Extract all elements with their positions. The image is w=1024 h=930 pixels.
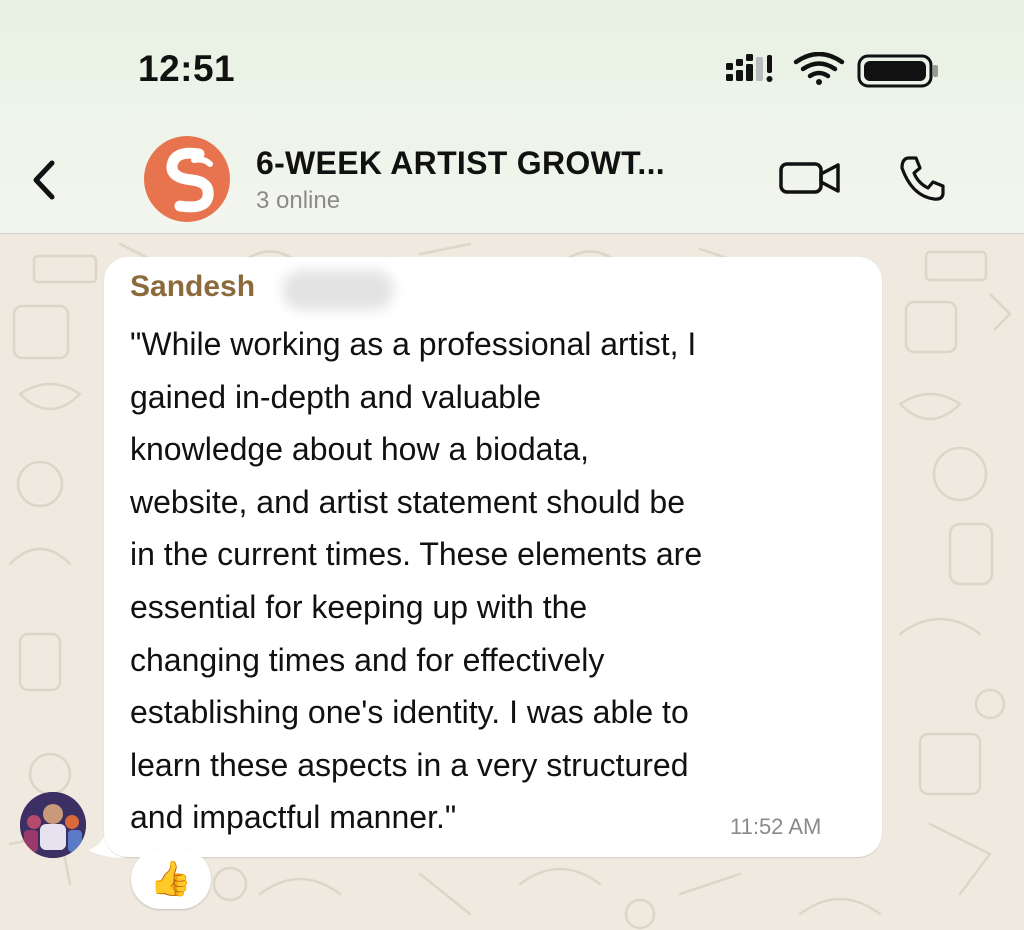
message-line: in the current times. These elements are (130, 536, 703, 573)
video-camera-icon[interactable] (778, 158, 842, 198)
message-line: "While working as a professional artist,… (130, 326, 697, 362)
message-line: establishing one's identity. I was able … (130, 694, 689, 731)
redacted-surname (282, 270, 394, 310)
avatar-photo-icon (20, 792, 86, 858)
group-logo-icon (166, 147, 214, 213)
message-text: "While working as a professional artist,… (130, 318, 870, 844)
message-line: learn these aspects in a very structured (130, 746, 689, 783)
group-avatar[interactable] (144, 136, 230, 222)
message-line: changing times and for effectively (130, 641, 605, 678)
message-line: website, and artist statement should be (130, 483, 685, 520)
wifi-icon (793, 52, 845, 85)
thumbs-up-icon: 👍 (149, 860, 193, 898)
reaction-badge[interactable]: 👍 (131, 849, 211, 909)
status-icons (726, 52, 938, 88)
group-title[interactable]: 6-WEEK ARTIST GROWT... (256, 145, 665, 182)
message-line: gained in-depth and valuable (130, 378, 541, 415)
message-timestamp: 11:52 AM (730, 814, 822, 839)
battery-icon (857, 54, 938, 88)
cellular-signal-icon (726, 54, 773, 82)
message-line: knowledge about how a biodata, (130, 431, 590, 468)
sender-avatar[interactable] (20, 792, 86, 858)
sender-name[interactable]: Sandesh (130, 270, 255, 304)
status-time: 12:51 (138, 48, 236, 89)
phone-icon[interactable] (896, 152, 950, 204)
back-chevron-icon[interactable] (26, 155, 66, 205)
message-line: essential for keeping up with the (130, 588, 588, 625)
online-count: 3 online (256, 187, 341, 214)
